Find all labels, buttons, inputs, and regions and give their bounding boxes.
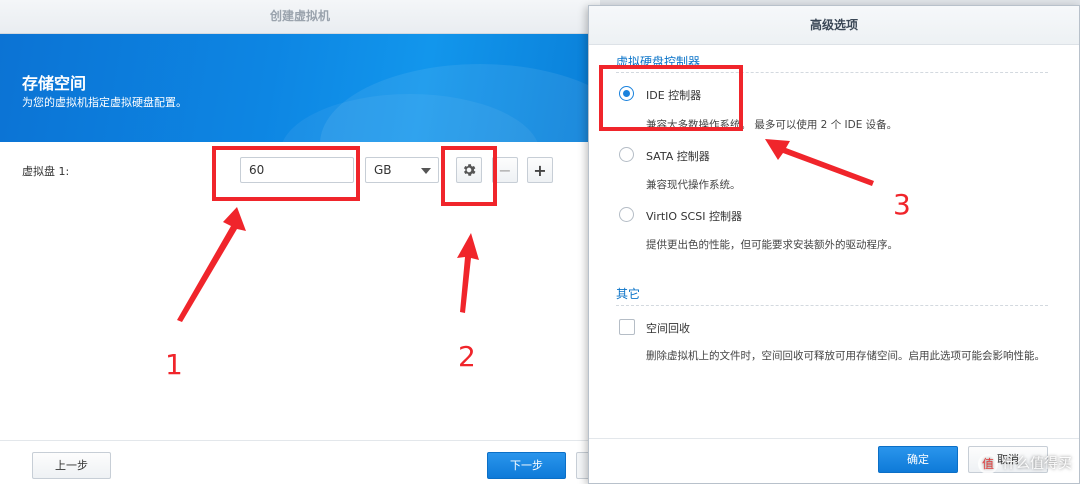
annotation-arrows [177,139,874,322]
smzdm-logo-icon: 值 [978,454,998,474]
annotation-number-1: 1 [165,348,183,381]
arrow-3 [765,139,874,186]
arrow-2 [457,233,479,313]
watermark: 值什么值得买 [978,453,1072,474]
annotation-number-3: 3 [893,188,911,221]
arrow-1 [177,207,246,322]
watermark-text: 什么值得买 [1002,456,1072,472]
annotation-number-2: 2 [458,340,476,373]
